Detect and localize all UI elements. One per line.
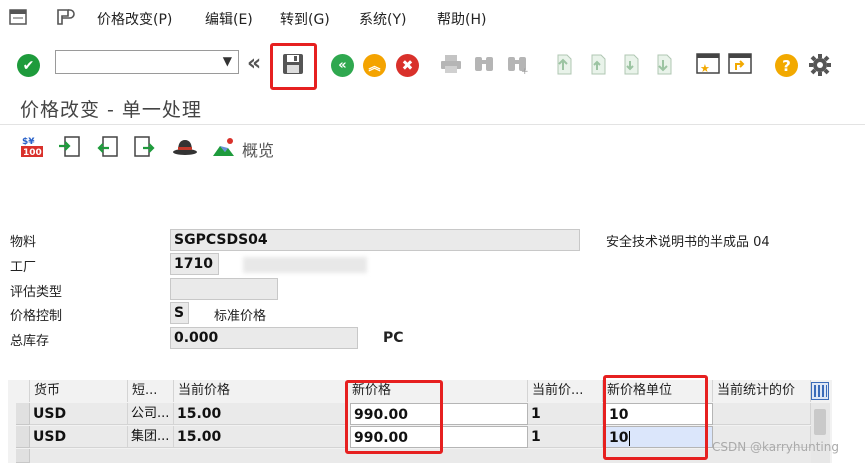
menu-price-change[interactable]: 价格改变(P) [97, 9, 172, 29]
svg-text:$¥: $¥ [22, 137, 35, 147]
row-selector[interactable] [16, 449, 30, 463]
table-scrollbar[interactable] [811, 403, 830, 463]
col-header-short[interactable]: 短... [128, 380, 174, 402]
hat-icon[interactable] [172, 135, 198, 161]
print-icon[interactable] [440, 54, 462, 79]
menu-goto[interactable]: 转到(G) [280, 9, 330, 29]
cell-currency: USD [30, 426, 128, 448]
row-selector[interactable] [16, 403, 30, 425]
col-header-currency[interactable]: 货币 [30, 380, 128, 402]
layout-menu-icon[interactable] [56, 8, 76, 30]
total-stock-unit: PC [383, 330, 404, 346]
price-control-field: S [170, 302, 189, 324]
new-price-unit-highlight-box [603, 375, 708, 460]
back-icon[interactable]: « [331, 54, 354, 77]
create-session-icon[interactable]: ★ [696, 52, 720, 80]
find-next-icon[interactable]: + [506, 54, 529, 78]
scrollbar-thumb[interactable] [814, 409, 826, 435]
watermark: CSDN @karryhunting [712, 440, 839, 454]
import-icon[interactable] [57, 135, 81, 161]
material-field: SGPCSDS04 [170, 229, 580, 251]
cell-current-price-unit: 1 [528, 403, 603, 425]
next-entry-icon[interactable] [133, 135, 157, 161]
currency-amount-icon[interactable]: $¥ 100 [20, 135, 44, 161]
material-label: 物料 [10, 235, 37, 250]
cell-current-price: 15.00 [174, 403, 348, 425]
new-price-highlight-box [345, 380, 443, 454]
overview-icon[interactable] [212, 135, 236, 161]
cancel-icon[interactable]: ✖ [396, 54, 419, 77]
last-page-icon[interactable] [653, 52, 673, 80]
exit-icon[interactable]: ︽ [363, 54, 386, 77]
row-selector[interactable] [16, 426, 30, 448]
svg-text:+: + [521, 67, 528, 74]
command-field[interactable]: ▼ [55, 50, 239, 74]
shortcut-icon[interactable] [728, 52, 752, 80]
material-description: 安全技术说明书的半成品 04 [606, 235, 770, 250]
cell-short: 集团... [128, 426, 174, 448]
col-header-current-price-unit[interactable]: 当前价... [528, 380, 603, 402]
menu-edit[interactable]: 编辑(E) [205, 9, 253, 29]
overview-label[interactable]: 概览 [242, 137, 274, 161]
previous-entry-icon[interactable] [95, 135, 119, 161]
collapse-double-left-icon[interactable]: « [247, 51, 261, 76]
col-header-current-price[interactable]: 当前价格 [174, 380, 348, 402]
plant-field: 1710 [170, 253, 219, 275]
find-icon[interactable] [473, 54, 495, 78]
total-stock-label: 总库存 [10, 334, 50, 349]
table-settings-icon[interactable] [811, 382, 829, 404]
price-control-label: 价格控制 [10, 309, 63, 324]
menu-system[interactable]: 系统(Y) [359, 9, 406, 29]
plant-label: 工厂 [10, 260, 37, 275]
cell-current-price-unit: 1 [528, 426, 603, 448]
valuation-type-field [170, 278, 278, 300]
chevron-down-icon[interactable]: ▼ [223, 54, 232, 68]
cell-current-price: 15.00 [174, 426, 348, 448]
sap-menu-icon[interactable] [9, 8, 27, 30]
svg-text:100: 100 [23, 148, 42, 158]
previous-page-icon[interactable] [587, 52, 607, 80]
page-title: 价格改变 - 单一处理 [20, 99, 202, 121]
price-control-description: 标准价格 [214, 309, 267, 324]
enter-check-icon[interactable]: ✔ [17, 54, 40, 77]
table-corner[interactable] [8, 380, 30, 402]
title-divider [0, 124, 865, 125]
next-page-icon[interactable] [620, 52, 640, 80]
svg-text:★: ★ [700, 62, 710, 75]
total-stock-field: 0.000 [170, 327, 358, 349]
cell-short: 公司... [128, 403, 174, 425]
gear-icon[interactable] [808, 53, 832, 81]
save-highlight-box [270, 43, 317, 90]
help-icon[interactable]: ? [775, 54, 798, 77]
valuation-type-label: 评估类型 [10, 285, 63, 300]
cell-current-stat-price [713, 403, 811, 425]
plant-description-redacted [243, 257, 367, 273]
first-page-icon[interactable] [553, 52, 573, 80]
col-header-current-stat-price[interactable]: 当前统计的价 [713, 380, 811, 402]
menu-help[interactable]: 帮助(H) [437, 9, 486, 29]
cell-currency: USD [30, 403, 128, 425]
